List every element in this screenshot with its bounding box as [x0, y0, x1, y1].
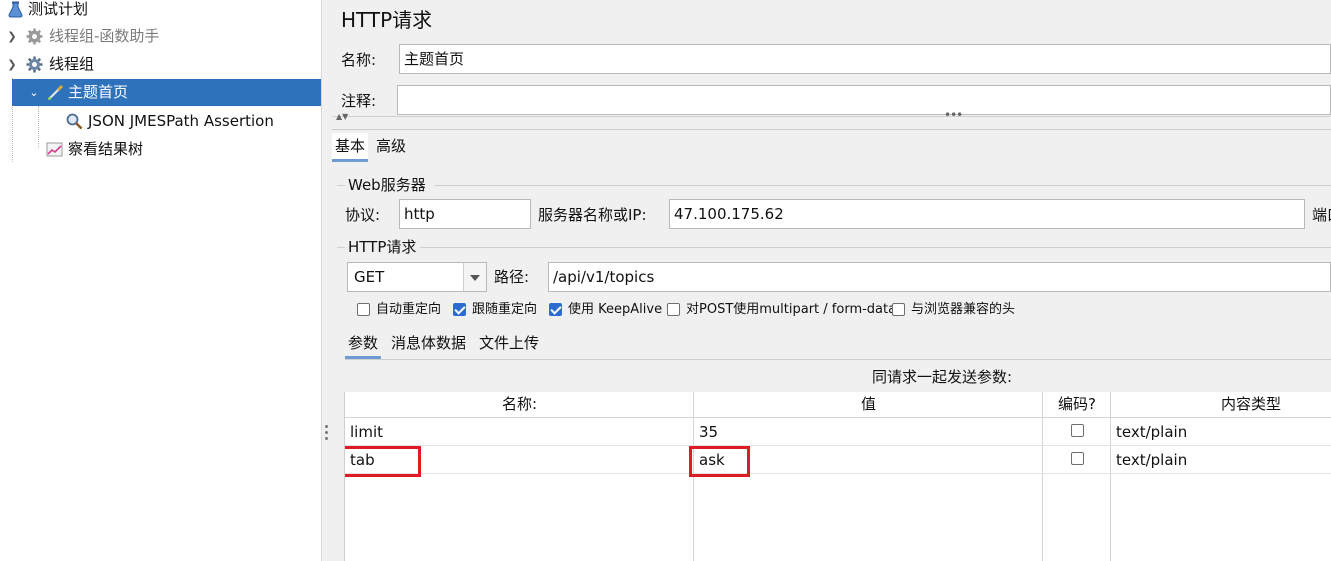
- http-request-group-label: HTTP请求: [348, 238, 417, 256]
- chart-icon: [46, 142, 63, 157]
- path-field[interactable]: /api/v1/topics: [548, 262, 1331, 292]
- splitter-grip[interactable]: [325, 437, 328, 440]
- server-label: 服务器名称或IP:: [538, 206, 647, 224]
- group-border: [420, 247, 1331, 248]
- tree-item-label: 线程组: [49, 55, 95, 73]
- content-type-cell[interactable]: text/plain: [1116, 418, 1187, 446]
- server-field[interactable]: 47.100.175.62: [669, 199, 1305, 229]
- panel-splitter[interactable]: [321, 0, 332, 561]
- gear-icon: [26, 28, 43, 45]
- name-label: 名称:: [341, 51, 377, 69]
- multipart-label: 对POST使用multipart / form-data: [686, 302, 897, 317]
- protocol-label: 协议:: [345, 206, 381, 224]
- magnifier-icon: [66, 113, 83, 130]
- params-caption: 同请求一起发送参数:: [872, 368, 1013, 386]
- multipart-checkbox[interactable]: [667, 303, 680, 316]
- tree-item-topic-home[interactable]: ⌄ 主题首页: [12, 79, 321, 106]
- method-value: GET: [354, 268, 385, 286]
- collapse-arrows-icon[interactable]: ▲▼: [336, 112, 348, 121]
- chevron-down-icon[interactable]: ❯: [6, 51, 18, 78]
- highlight-box-name: [345, 446, 421, 477]
- drag-handle-icon[interactable]: •••: [944, 108, 963, 122]
- tree-item-label: 察看结果树: [68, 140, 144, 158]
- page-title: HTTP请求: [341, 8, 433, 32]
- tree-item-thread-group-helper[interactable]: ❯ 线程组-函数助手: [0, 23, 321, 50]
- follow-redirect-label: 跟随重定向: [472, 302, 538, 317]
- tree-item-label: JSON JMESPath Assertion: [88, 112, 274, 130]
- tree-item-label: 主题首页: [68, 83, 129, 101]
- tree-item-view-results-tree[interactable]: 察看结果树: [0, 136, 321, 163]
- param-value-cell[interactable]: 35: [699, 418, 718, 446]
- keepalive-checkbox[interactable]: [549, 303, 562, 316]
- tree-item-thread-group[interactable]: ❯ 线程组: [0, 51, 321, 78]
- subtab-border: [345, 359, 1331, 360]
- web-server-group-label: Web服务器: [348, 176, 426, 194]
- tree-item-label: 测试计划: [28, 0, 89, 18]
- auto-redirect-checkbox[interactable]: [357, 303, 370, 316]
- dropdown-arrow-icon[interactable]: [463, 263, 486, 291]
- column-header-value[interactable]: 值: [694, 392, 1043, 418]
- name-field[interactable]: 主题首页: [399, 44, 1331, 74]
- group-border: [337, 247, 345, 248]
- browser-headers-checkbox[interactable]: [892, 303, 905, 316]
- column-header-encode[interactable]: 编码?: [1043, 392, 1111, 418]
- auto-redirect-label: 自动重定向: [376, 302, 442, 317]
- splitter-grip[interactable]: [325, 425, 328, 428]
- highlight-box-value: [689, 446, 750, 477]
- tree-item-json-assertion[interactable]: JSON JMESPath Assertion: [0, 108, 321, 135]
- column-divider: [1042, 392, 1043, 561]
- param-name-cell[interactable]: limit: [350, 418, 383, 446]
- test-plan-tree: 测试计划 ❯ 线程组-函数助手 ❯ 线程组 ⌄ 主题首页 JSON JMESPa…: [0, 0, 321, 561]
- comment-field[interactable]: [397, 85, 1331, 115]
- gear-icon: [26, 56, 43, 73]
- encode-checkbox[interactable]: [1071, 424, 1084, 437]
- section-divider[interactable]: ▲▼ •••: [332, 108, 1331, 130]
- tab-body-data[interactable]: 消息体数据: [388, 330, 469, 356]
- column-divider: [1110, 392, 1111, 561]
- flask-icon: [8, 1, 23, 18]
- parameters-table: 名称: 值 编码? 内容类型 limit 35 text/plain tab a…: [344, 392, 1331, 561]
- path-label: 路径:: [494, 268, 530, 286]
- keepalive-label: 使用 KeepAlive: [568, 302, 663, 317]
- group-border: [337, 185, 345, 186]
- column-header-content-type[interactable]: 内容类型: [1111, 392, 1331, 418]
- encode-checkbox[interactable]: [1071, 452, 1084, 465]
- port-label: 端口: [1312, 206, 1331, 224]
- tab-advanced[interactable]: 高级: [373, 133, 409, 159]
- protocol-field[interactable]: http: [399, 199, 531, 229]
- group-border: [434, 185, 1331, 186]
- splitter-grip[interactable]: [325, 431, 328, 434]
- tree-item-label: 线程组-函数助手: [49, 27, 160, 45]
- browser-headers-label: 与浏览器兼容的头: [911, 302, 1016, 317]
- chevron-right-icon[interactable]: ❯: [6, 23, 18, 50]
- method-select[interactable]: GET: [347, 262, 487, 292]
- tab-file-upload[interactable]: 文件上传: [476, 330, 542, 356]
- tree-item-test-plan[interactable]: 测试计划: [0, 0, 321, 23]
- column-header-name[interactable]: 名称:: [345, 392, 694, 418]
- tab-parameters[interactable]: 参数: [345, 330, 382, 359]
- tab-basic[interactable]: 基本: [332, 133, 369, 162]
- content-type-cell[interactable]: text/plain: [1116, 446, 1187, 474]
- chevron-down-icon[interactable]: ⌄: [28, 79, 40, 106]
- follow-redirect-checkbox[interactable]: [453, 303, 466, 316]
- pipette-icon: [48, 84, 64, 100]
